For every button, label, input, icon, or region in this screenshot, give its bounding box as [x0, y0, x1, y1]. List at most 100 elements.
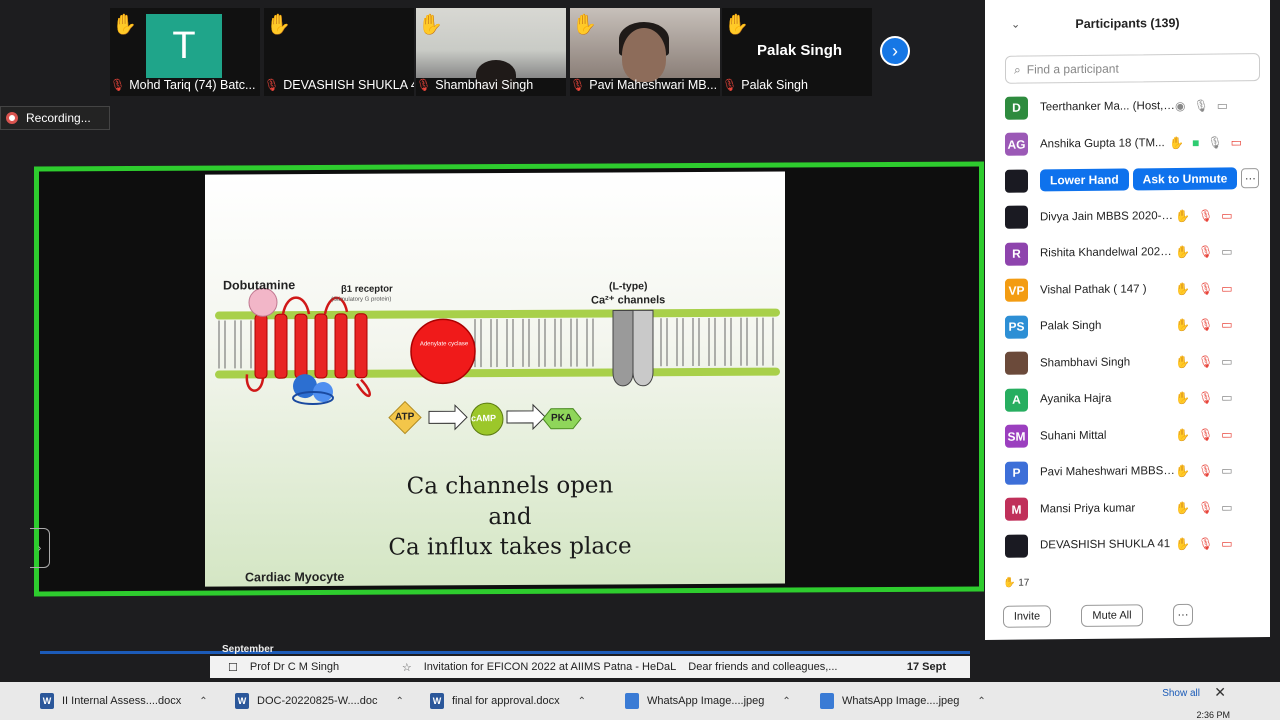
mic-muted-icon: 🎙	[1197, 208, 1214, 223]
mic-muted-icon: 🎙	[1197, 536, 1214, 552]
raised-hand-icon: ✋	[1175, 245, 1190, 260]
raised-hands-count: ✋ 17	[1003, 577, 1030, 589]
email-date: 17 Sept	[906, 661, 946, 673]
chevron-up-icon[interactable]: ⌃	[578, 696, 586, 707]
participant-row[interactable]: D Teerthanker Ma... (Host, me) ◉ 🎙 ▭	[985, 87, 1270, 126]
side-tab-handle[interactable]: ›	[30, 528, 50, 568]
avatar: T	[146, 14, 222, 78]
participant-row[interactable]: Shambhavi Singh ✋ 🎙 ▭	[985, 343, 1270, 382]
raised-hand-icon: ✋	[572, 14, 597, 36]
raised-hand-icon: ✋	[1175, 427, 1190, 442]
avatar: M	[1005, 497, 1028, 522]
raised-hand-icon: ✋	[1003, 577, 1016, 589]
video-tile-name: 🎙 DEVASHISH SHUKLA 41	[264, 78, 414, 92]
email-row[interactable]: ☐ Prof Dr C M Singh ☆ Invitation for EFI…	[210, 656, 970, 678]
participant-name: Anshika Gupta 18 (TM...	[1040, 136, 1165, 151]
raised-hand-icon: ✋	[1175, 208, 1190, 223]
image-file-icon	[625, 693, 639, 709]
participant-name: Divya Jain MBBS 2020-21 T...	[1040, 209, 1175, 224]
participant-row[interactable]: AG Anshika Gupta 18 (TM... ✋ ■ 🎙 ▭	[985, 124, 1270, 163]
camera-icon: ▭	[1221, 463, 1233, 478]
participant-row[interactable]: P Pavi Maheshwari MBBS 20... ✋ 🎙 ▭	[985, 452, 1270, 491]
chevron-up-icon[interactable]: ⌃	[395, 696, 403, 707]
recording-indicator[interactable]: Recording...	[0, 106, 110, 130]
system-clock: 2:36 PM	[1196, 710, 1230, 720]
download-item[interactable]: WhatsApp Image....jpeg ⌃	[625, 693, 820, 709]
star-icon[interactable]: ☆	[402, 661, 412, 674]
chevron-up-icon[interactable]: ⌃	[977, 696, 985, 707]
participant-row[interactable]: R Rishita Khandelwal 2020-2... ✋ 🎙 ▭	[985, 233, 1270, 272]
mic-muted-icon: 🎙	[264, 78, 280, 92]
show-all-button[interactable]: Show all	[1162, 688, 1200, 699]
participant-name: Shambhavi Singh	[1040, 356, 1131, 370]
video-tile[interactable]: ✋ T 🎙 Mohd Tariq (74) Batc...	[110, 8, 260, 96]
image-file-icon	[820, 693, 834, 709]
slide-line-3: Ca influx takes place	[388, 533, 632, 561]
participant-row[interactable]: PS Palak Singh ✋ 🎙 ▭	[985, 306, 1270, 345]
avatar: VP	[1005, 278, 1028, 303]
camera-icon: ▭	[1221, 390, 1233, 405]
mic-muted-icon: 🎙	[1197, 317, 1214, 333]
chevron-up-icon[interactable]: ⌃	[782, 696, 790, 707]
video-tile[interactable]: ✋ 🎙 Pavi Maheshwari MB...	[570, 8, 720, 96]
label-camp: cAMP	[471, 413, 497, 424]
close-icon[interactable]: ✕	[1214, 684, 1226, 701]
avatar	[1005, 351, 1028, 376]
participant-row[interactable]: DEVASHISH SHUKLA 41 ✋ 🎙 ▭	[985, 525, 1270, 564]
share-icon: ◉	[1175, 99, 1186, 114]
more-button[interactable]: ···	[1173, 603, 1193, 627]
participant-row[interactable]: M Mansi Priya kumar ✋ 🎙 ▭	[985, 489, 1270, 528]
camera-icon: ▭	[1216, 98, 1229, 113]
raised-hand-icon: ✋	[1175, 391, 1190, 406]
chevron-up-icon[interactable]: ⌃	[199, 696, 207, 707]
camera-off-icon: ▭	[1221, 536, 1233, 551]
raised-hand-icon: ✋	[266, 14, 291, 36]
mic-muted-icon: 🎙	[570, 78, 586, 92]
download-item[interactable]: WhatsApp Image....jpeg ⌃	[820, 693, 1015, 709]
avatar: SM	[1005, 424, 1028, 449]
participant-row[interactable]: A Ayanika Hajra ✋ 🎙 ▭	[985, 379, 1270, 418]
label-l-type: (L-type)	[609, 280, 648, 293]
avatar: AG	[1005, 132, 1028, 157]
raised-hand-icon: ✋	[1175, 537, 1190, 552]
email-month-header: September	[222, 644, 274, 655]
label-ca-channels: Ca²⁺ channels	[591, 294, 666, 307]
word-doc-icon: W	[235, 693, 249, 709]
video-tile[interactable]: ✋ 🎙 Shambhavi Singh	[416, 8, 566, 96]
active-speaker-name: Palak Singh	[757, 42, 843, 59]
search-icon: ⌕	[1014, 62, 1021, 77]
mute-all-button[interactable]: Mute All	[1081, 604, 1143, 627]
avatar	[1005, 169, 1028, 193]
raised-hand-icon: ✋	[724, 14, 749, 36]
participants-title: Participants (139)	[1075, 15, 1180, 32]
next-page-button[interactable]: ›	[880, 36, 910, 66]
participant-search-input[interactable]: ⌕ Find a participant	[1005, 53, 1260, 84]
participant-row[interactable]: SM Suhani Mittal ✋ 🎙 ▭	[985, 416, 1270, 455]
more-options-button[interactable]: ⋯	[1241, 168, 1260, 189]
slide-line-2: and	[488, 503, 532, 531]
participant-row[interactable]: Divya Jain MBBS 2020-21 T... ✋ 🎙 ▭	[985, 197, 1270, 236]
participant-list: D Teerthanker Ma... (Host, me) ◉ 🎙 ▭ AG An…	[985, 87, 1270, 564]
slide-line-1: Ca channels open	[406, 472, 614, 500]
ask-to-unmute-button[interactable]: Ask to Unmute	[1132, 167, 1238, 191]
participant-row-hovered[interactable]: Lower Hand Ask to Unmute ⋯	[985, 160, 1270, 199]
video-tile-name: 🎙 Shambhavi Singh	[416, 78, 534, 92]
lower-hand-button[interactable]: Lower Hand	[1040, 168, 1129, 192]
label-dobutamine: Dobutamine	[223, 278, 296, 293]
word-doc-icon: W	[40, 693, 54, 709]
download-item[interactable]: W DOC-20220825-W....doc ⌃	[235, 693, 430, 709]
avatar: A	[1005, 388, 1028, 412]
word-doc-icon: W	[430, 693, 444, 709]
avatar: P	[1005, 461, 1028, 485]
video-tile[interactable]: ✋ 🎙 DEVASHISH SHUKLA 41	[264, 8, 414, 96]
checkbox-icon[interactable]: ☐	[228, 661, 238, 674]
download-item[interactable]: W final for approval.docx ⌃	[430, 693, 625, 709]
video-tile-name: 🎙 Pavi Maheshwari MB...	[570, 78, 718, 92]
participant-row[interactable]: VP Vishal Pathak ( 147 ) ✋ 🎙 ▭	[985, 270, 1270, 309]
camera-icon: ▭	[1221, 244, 1233, 259]
screen: ✋ T 🎙 Mohd Tariq (74) Batc... ✋ 🎙 DEVASH…	[0, 0, 1280, 720]
camera-off-icon: ▭	[1221, 281, 1233, 296]
invite-button[interactable]: Invite	[1003, 605, 1051, 628]
label-beta-receptor: β1 receptor	[341, 283, 393, 295]
download-item[interactable]: W II Internal Assess....docx ⌃	[40, 693, 235, 709]
